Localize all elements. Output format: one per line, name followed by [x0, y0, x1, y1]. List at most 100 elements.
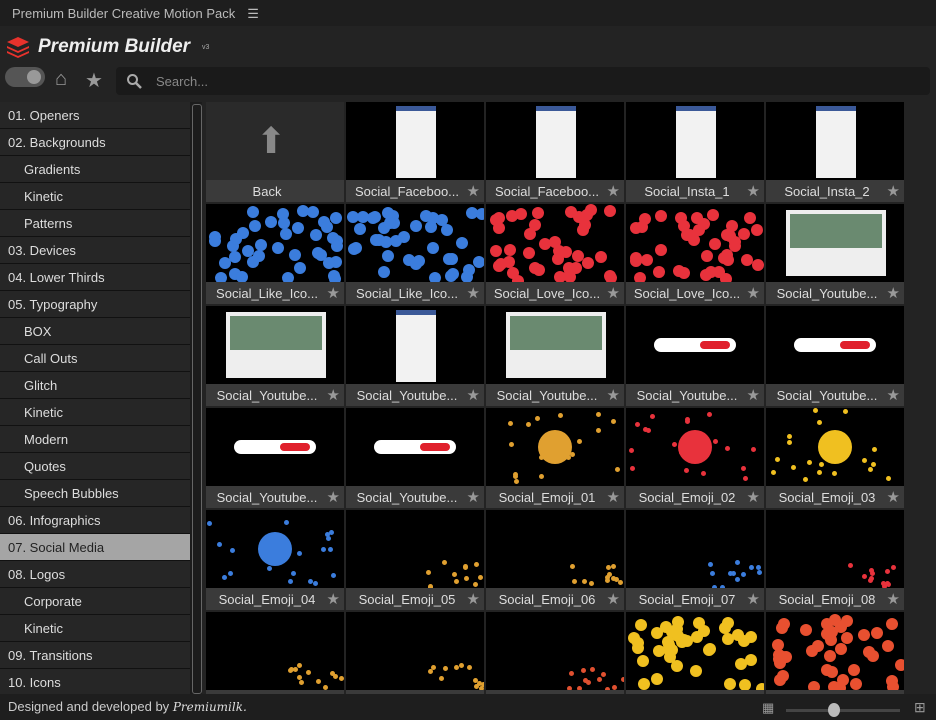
view-toggle[interactable] [5, 67, 45, 87]
favorite-star-icon[interactable]: ★ [467, 284, 480, 302]
asset-tile[interactable]: Social_Emoji_04 ★ [206, 510, 344, 610]
thumbnail-size-slider[interactable] [786, 709, 900, 712]
home-icon[interactable]: ⌂ [55, 68, 67, 91]
sidebar-item[interactable]: 05. Typography [0, 291, 190, 318]
phone-mockup [676, 106, 716, 178]
sidebar-item[interactable]: BOX [0, 318, 190, 345]
favorite-star-icon[interactable]: ★ [607, 386, 620, 404]
favorite-star-icon[interactable]: ★ [747, 284, 760, 302]
sidebar-item[interactable]: Glitch [0, 372, 190, 399]
sidebar-item[interactable]: 08. Logos [0, 561, 190, 588]
asset-tile[interactable]: Social_Faceboo... ★ [346, 102, 484, 202]
asset-tile[interactable]: ★ [486, 612, 624, 694]
asset-tile[interactable]: ★ [346, 612, 484, 694]
asset-tile[interactable]: Social_Faceboo... ★ [486, 102, 624, 202]
favorite-star-icon[interactable]: ★ [607, 488, 620, 506]
emoji-particle [734, 577, 740, 583]
sidebar-item[interactable]: Quotes [0, 453, 190, 480]
favorite-star-icon[interactable]: ★ [747, 488, 760, 506]
asset-tile[interactable]: Social_Youtube... ★ [346, 306, 484, 406]
sidebar-scrollbar[interactable] [190, 102, 202, 694]
asset-tile[interactable]: Social_Emoji_08 ★ [766, 510, 904, 610]
asset-tile[interactable]: Social_Youtube... ★ [626, 306, 764, 406]
asset-tile[interactable]: Social_Emoji_03 ★ [766, 408, 904, 508]
favorite-star-icon[interactable]: ★ [887, 182, 900, 200]
search-input[interactable] [156, 73, 856, 89]
favorite-star-icon[interactable]: ★ [887, 386, 900, 404]
favorite-star-icon[interactable]: ★ [467, 386, 480, 404]
favorite-star-icon[interactable]: ★ [607, 590, 620, 608]
asset-tile[interactable]: Social_Like_Ico... ★ [206, 204, 344, 304]
sidebar-item[interactable]: 07. Social Media [0, 534, 190, 561]
sidebar-item[interactable]: 06. Infographics [0, 507, 190, 534]
asset-tile[interactable]: Social_Youtube... ★ [346, 408, 484, 508]
favorite-star-icon[interactable]: ★ [327, 488, 340, 506]
asset-tile[interactable]: Social_Youtube... ★ [486, 306, 624, 406]
emoji-particle [725, 446, 731, 452]
sidebar-item[interactable]: Speech Bubbles [0, 480, 190, 507]
sidebar-item[interactable]: Call Outs [0, 345, 190, 372]
favorite-star-icon[interactable]: ★ [887, 488, 900, 506]
asset-tile[interactable]: Social_Emoji_01 ★ [486, 408, 624, 508]
asset-tile[interactable]: Social_Love_Ico... ★ [626, 204, 764, 304]
sidebar-item[interactable]: 04. Lower Thirds [0, 264, 190, 291]
asset-tile[interactable]: Social_Youtube... ★ [766, 306, 904, 406]
favorite-star-icon[interactable]: ★ [327, 284, 340, 302]
large-grid-icon[interactable]: ⊞ [914, 699, 926, 716]
favorite-star-icon[interactable]: ★ [607, 182, 620, 200]
developer-signature[interactable]: Premiumilk. [173, 700, 247, 714]
favorite-star-icon[interactable]: ★ [467, 590, 480, 608]
sidebar-item[interactable]: Kinetic [0, 183, 190, 210]
sidebar-item[interactable]: Kinetic [0, 615, 190, 642]
favorite-star-icon[interactable]: ★ [747, 590, 760, 608]
asset-tile[interactable]: Social_Youtube... ★ [206, 408, 344, 508]
asset-tile[interactable]: Social_Emoji_05 ★ [346, 510, 484, 610]
tile-name: Social_Youtube... [636, 387, 738, 403]
asset-tile[interactable]: Social_Like_Ico... ★ [346, 204, 484, 304]
asset-tile[interactable]: Social_Emoji_07 ★ [626, 510, 764, 610]
favorites-star-icon[interactable]: ★ [85, 68, 103, 93]
menu-icon[interactable]: ☰ [247, 6, 259, 21]
emoji-particle [847, 663, 860, 676]
back-tile[interactable]: ⬆ Back [206, 102, 344, 202]
asset-tile[interactable]: ★ [626, 612, 764, 694]
asset-tile[interactable]: ★ [206, 612, 344, 694]
sidebar-item[interactable]: 10. Icons [0, 669, 190, 694]
asset-tile[interactable]: Social_Insta_1 ★ [626, 102, 764, 202]
sidebar-item[interactable]: Kinetic [0, 399, 190, 426]
asset-tile[interactable]: Social_Emoji_02 ★ [626, 408, 764, 508]
favorite-star-icon[interactable]: ★ [747, 386, 760, 404]
sidebar-item[interactable]: 01. Openers [0, 102, 190, 129]
thumbnail [206, 510, 344, 588]
favorite-star-icon[interactable]: ★ [887, 590, 900, 608]
thumbnail [206, 204, 344, 282]
slider-knob[interactable] [828, 703, 840, 717]
sidebar-item[interactable]: 02. Backgrounds [0, 129, 190, 156]
sidebar-item[interactable]: Modern [0, 426, 190, 453]
thumbnail [486, 204, 624, 282]
asset-tile[interactable]: Social_Youtube... ★ [206, 306, 344, 406]
favorite-star-icon[interactable]: ★ [607, 284, 620, 302]
asset-tile[interactable]: Social_Insta_2 ★ [766, 102, 904, 202]
favorite-star-icon[interactable]: ★ [467, 488, 480, 506]
asset-tile[interactable]: Social_Emoji_06 ★ [486, 510, 624, 610]
small-grid-icon[interactable]: ▦ [762, 700, 774, 716]
emoji-particle [692, 616, 705, 629]
tile-label-bar: Social_Emoji_05 ★ [346, 588, 484, 610]
asset-tile[interactable]: ★ [766, 612, 904, 694]
emoji-particle [458, 663, 464, 669]
sidebar-item[interactable]: Gradients [0, 156, 190, 183]
emoji-particle [823, 649, 836, 662]
sidebar-item[interactable]: 09. Transitions [0, 642, 190, 669]
sidebar-item[interactable]: Patterns [0, 210, 190, 237]
asset-tile[interactable]: Social_Love_Ico... ★ [486, 204, 624, 304]
sidebar-item[interactable]: 03. Devices [0, 237, 190, 264]
favorite-star-icon[interactable]: ★ [327, 590, 340, 608]
favorite-star-icon[interactable]: ★ [747, 182, 760, 200]
sidebar-item[interactable]: Corporate [0, 588, 190, 615]
favorite-star-icon[interactable]: ★ [467, 182, 480, 200]
favorite-star-icon[interactable]: ★ [887, 284, 900, 302]
emoji-particle [320, 221, 333, 234]
favorite-star-icon[interactable]: ★ [327, 386, 340, 404]
asset-tile[interactable]: Social_Youtube... ★ [766, 204, 904, 304]
